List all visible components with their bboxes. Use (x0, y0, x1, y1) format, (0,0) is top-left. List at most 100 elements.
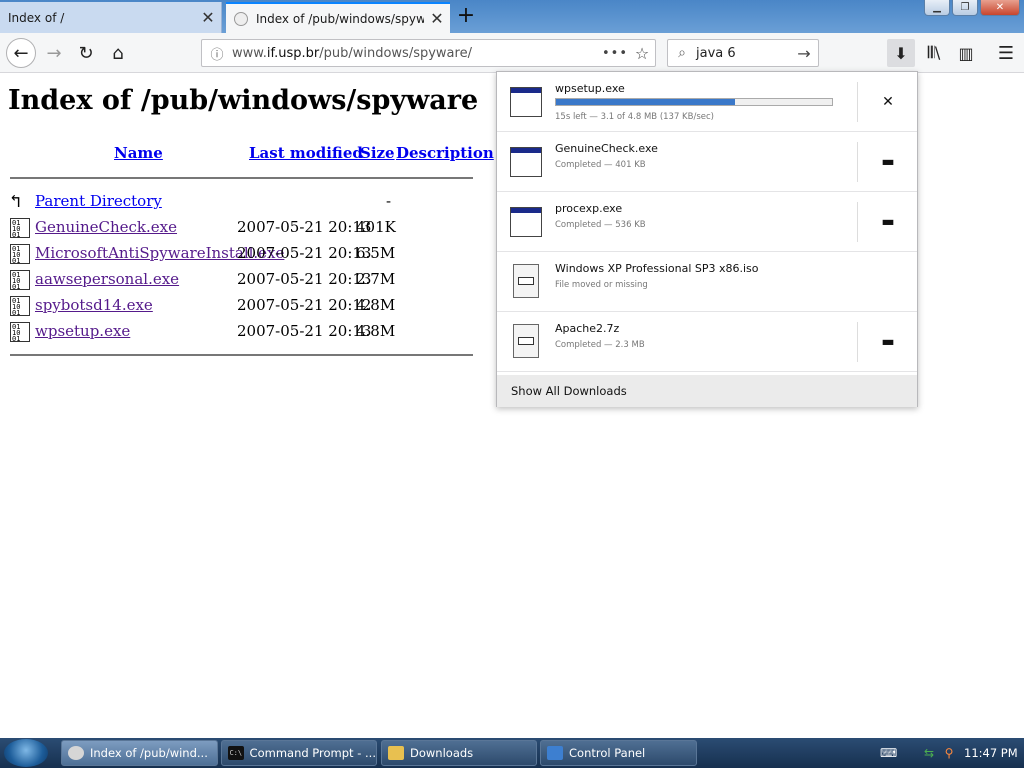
control-panel-icon (547, 746, 563, 760)
sidebar-button[interactable]: ▥ (952, 39, 980, 67)
favicon-icon (234, 11, 248, 26)
download-item[interactable]: wpsetup.exe 15s left — 3.1 of 4.8 MB (13… (497, 72, 917, 132)
download-item[interactable]: GenuineCheck.exe Completed — 401 KB ▬ (497, 132, 917, 192)
table-row: 01 10 01 wpsetup.exe 2007-05-21 20:13 4.8M (10, 320, 474, 344)
tab-strip: Index of / ✕ Index of /pub/windows/spywa… (0, 0, 1024, 33)
taskbar-item-command-prompt[interactable]: C:\ Command Prompt - ... (221, 740, 377, 766)
close-window-button[interactable]: ✕ (980, 0, 1020, 16)
folder-icon (388, 746, 404, 760)
forward-button[interactable]: → (40, 39, 68, 67)
program-window-icon (510, 207, 542, 237)
nav-bar: ← → ↻ ⌂ ⓘ www.if.usp.br/pub/windows/spyw… (0, 33, 1024, 73)
binary-file-icon: 01 10 01 (10, 244, 30, 264)
keyboard-icon[interactable]: ⌨ (880, 746, 897, 760)
reload-button[interactable]: ↻ (72, 39, 100, 67)
start-button[interactable] (4, 739, 48, 767)
parent-directory-link[interactable]: Parent Directory (35, 192, 162, 210)
file-date: 2007-05-21 20:13 (237, 270, 372, 288)
file-link[interactable]: wpsetup.exe (35, 322, 130, 340)
tab-title: Index of / (8, 10, 65, 25)
download-status: Completed — 401 KB (555, 160, 646, 170)
binary-file-icon: 01 10 01 (10, 322, 30, 342)
tab-title: Index of /pub/windows/spyware (256, 11, 424, 26)
page-title: Index of /pub/windows/spyware (8, 85, 479, 116)
download-status: File moved or missing (555, 280, 648, 290)
download-status: 15s left — 3.1 of 4.8 MB (137 KB/sec) (555, 112, 714, 122)
taskbar-item-label: Command Prompt - ... (249, 746, 376, 760)
cancel-download-button[interactable]: ✕ (871, 88, 905, 116)
window-controls: ▁ ❐ ✕ (924, 0, 1020, 16)
taskbar-item-label: Downloads (410, 746, 474, 760)
url-host: if.usp.br (266, 45, 320, 61)
tab-index-root[interactable]: Index of / ✕ (0, 2, 222, 33)
file-link[interactable]: spybotsd14.exe (35, 296, 153, 314)
tab-close-icon[interactable]: ✕ (424, 9, 450, 28)
network-icon[interactable]: ⇆ (922, 746, 936, 760)
search-go-icon[interactable]: → (790, 44, 818, 63)
header-description[interactable]: Description (396, 144, 494, 162)
page-actions-icon[interactable]: ••• (601, 46, 629, 61)
header-last-modified[interactable]: Last modified (249, 144, 363, 162)
folder-icon[interactable]: ▬ (871, 208, 905, 236)
home-button[interactable]: ⌂ (104, 39, 132, 67)
download-progress-bar (555, 98, 833, 106)
minimize-button[interactable]: ▁ (924, 0, 950, 16)
taskbar-item-label: Control Panel (569, 746, 646, 760)
tab-spyware[interactable]: Index of /pub/windows/spyware ✕ (226, 2, 450, 33)
info-icon[interactable]: ⓘ (202, 44, 232, 63)
divider (10, 177, 473, 179)
table-row: 01 10 01 spybotsd14.exe 2007-05-21 20:12 4… (10, 294, 474, 318)
download-progress-fill (556, 99, 736, 105)
file-size: 2.7M (356, 270, 396, 288)
maximize-button[interactable]: ❐ (952, 0, 978, 16)
binary-file-icon: 01 10 01 (10, 270, 30, 290)
download-status: Completed — 2.3 MB (555, 340, 645, 350)
download-name: wpsetup.exe (555, 82, 625, 95)
show-all-downloads-button[interactable]: Show All Downloads (497, 375, 917, 407)
taskbar-item-browser[interactable]: Index of /pub/wind... (61, 740, 218, 766)
bookmark-star-icon[interactable]: ☆ (629, 44, 655, 63)
search-tray-icon[interactable]: ⚲ (942, 746, 956, 760)
generic-file-icon (513, 264, 539, 298)
header-size[interactable]: Size (360, 144, 395, 162)
download-name: Apache2.7z (555, 322, 620, 335)
header-name[interactable]: Name (114, 144, 163, 162)
separator (857, 202, 858, 242)
search-bar[interactable]: ⌕ java 6 → (667, 39, 819, 67)
download-item[interactable]: Apache2.7z Completed — 2.3 MB ▬ (497, 312, 917, 372)
file-date: 2007-05-21 20:13 (237, 218, 372, 236)
file-link[interactable]: aawsepersonal.exe (35, 270, 179, 288)
tab-close-icon[interactable]: ✕ (195, 8, 221, 27)
search-input[interactable]: java 6 (696, 46, 790, 61)
taskbar-item-downloads[interactable]: Downloads (381, 740, 537, 766)
file-size: 6.5M (356, 244, 396, 262)
separator (857, 322, 858, 362)
menu-button[interactable]: ☰ (992, 39, 1020, 67)
downloads-button[interactable]: ⬇ (887, 39, 915, 67)
binary-file-icon: 01 10 01 (10, 296, 30, 316)
file-size: 401K (356, 218, 396, 236)
download-item[interactable]: Windows XP Professional SP3 x86.iso File… (497, 252, 917, 312)
new-tab-button[interactable]: + (454, 4, 478, 28)
back-button[interactable]: ← (6, 38, 36, 68)
url-text[interactable]: www.if.usp.br/pub/windows/spyware/ (232, 46, 601, 61)
file-link[interactable]: GenuineCheck.exe (35, 218, 177, 236)
browser-icon (68, 746, 84, 760)
separator (857, 82, 858, 122)
taskbar-item-control-panel[interactable]: Control Panel (540, 740, 697, 766)
taskbar-item-label: Index of /pub/wind... (90, 746, 208, 760)
clock[interactable]: 11:47 PM (964, 746, 1018, 760)
download-item[interactable]: procexp.exe Completed — 536 KB ▬ (497, 192, 917, 252)
folder-icon[interactable]: ▬ (871, 328, 905, 356)
url-prefix: www. (232, 45, 267, 61)
program-window-icon (510, 147, 542, 177)
taskbar: Index of /pub/wind... C:\ Command Prompt… (0, 738, 1024, 768)
table-row: 01 10 01 aawsepersonal.exe 2007-05-21 20:1… (10, 268, 474, 292)
back-arrow-icon: ↰ (10, 192, 30, 212)
url-bar[interactable]: ⓘ www.if.usp.br/pub/windows/spyware/ •••… (201, 39, 656, 67)
folder-icon[interactable]: ▬ (871, 148, 905, 176)
divider (10, 354, 473, 356)
library-button[interactable]: 𝄃𝄃\ (920, 39, 948, 67)
file-size: - (386, 192, 392, 210)
download-status: Completed — 536 KB (555, 220, 646, 230)
